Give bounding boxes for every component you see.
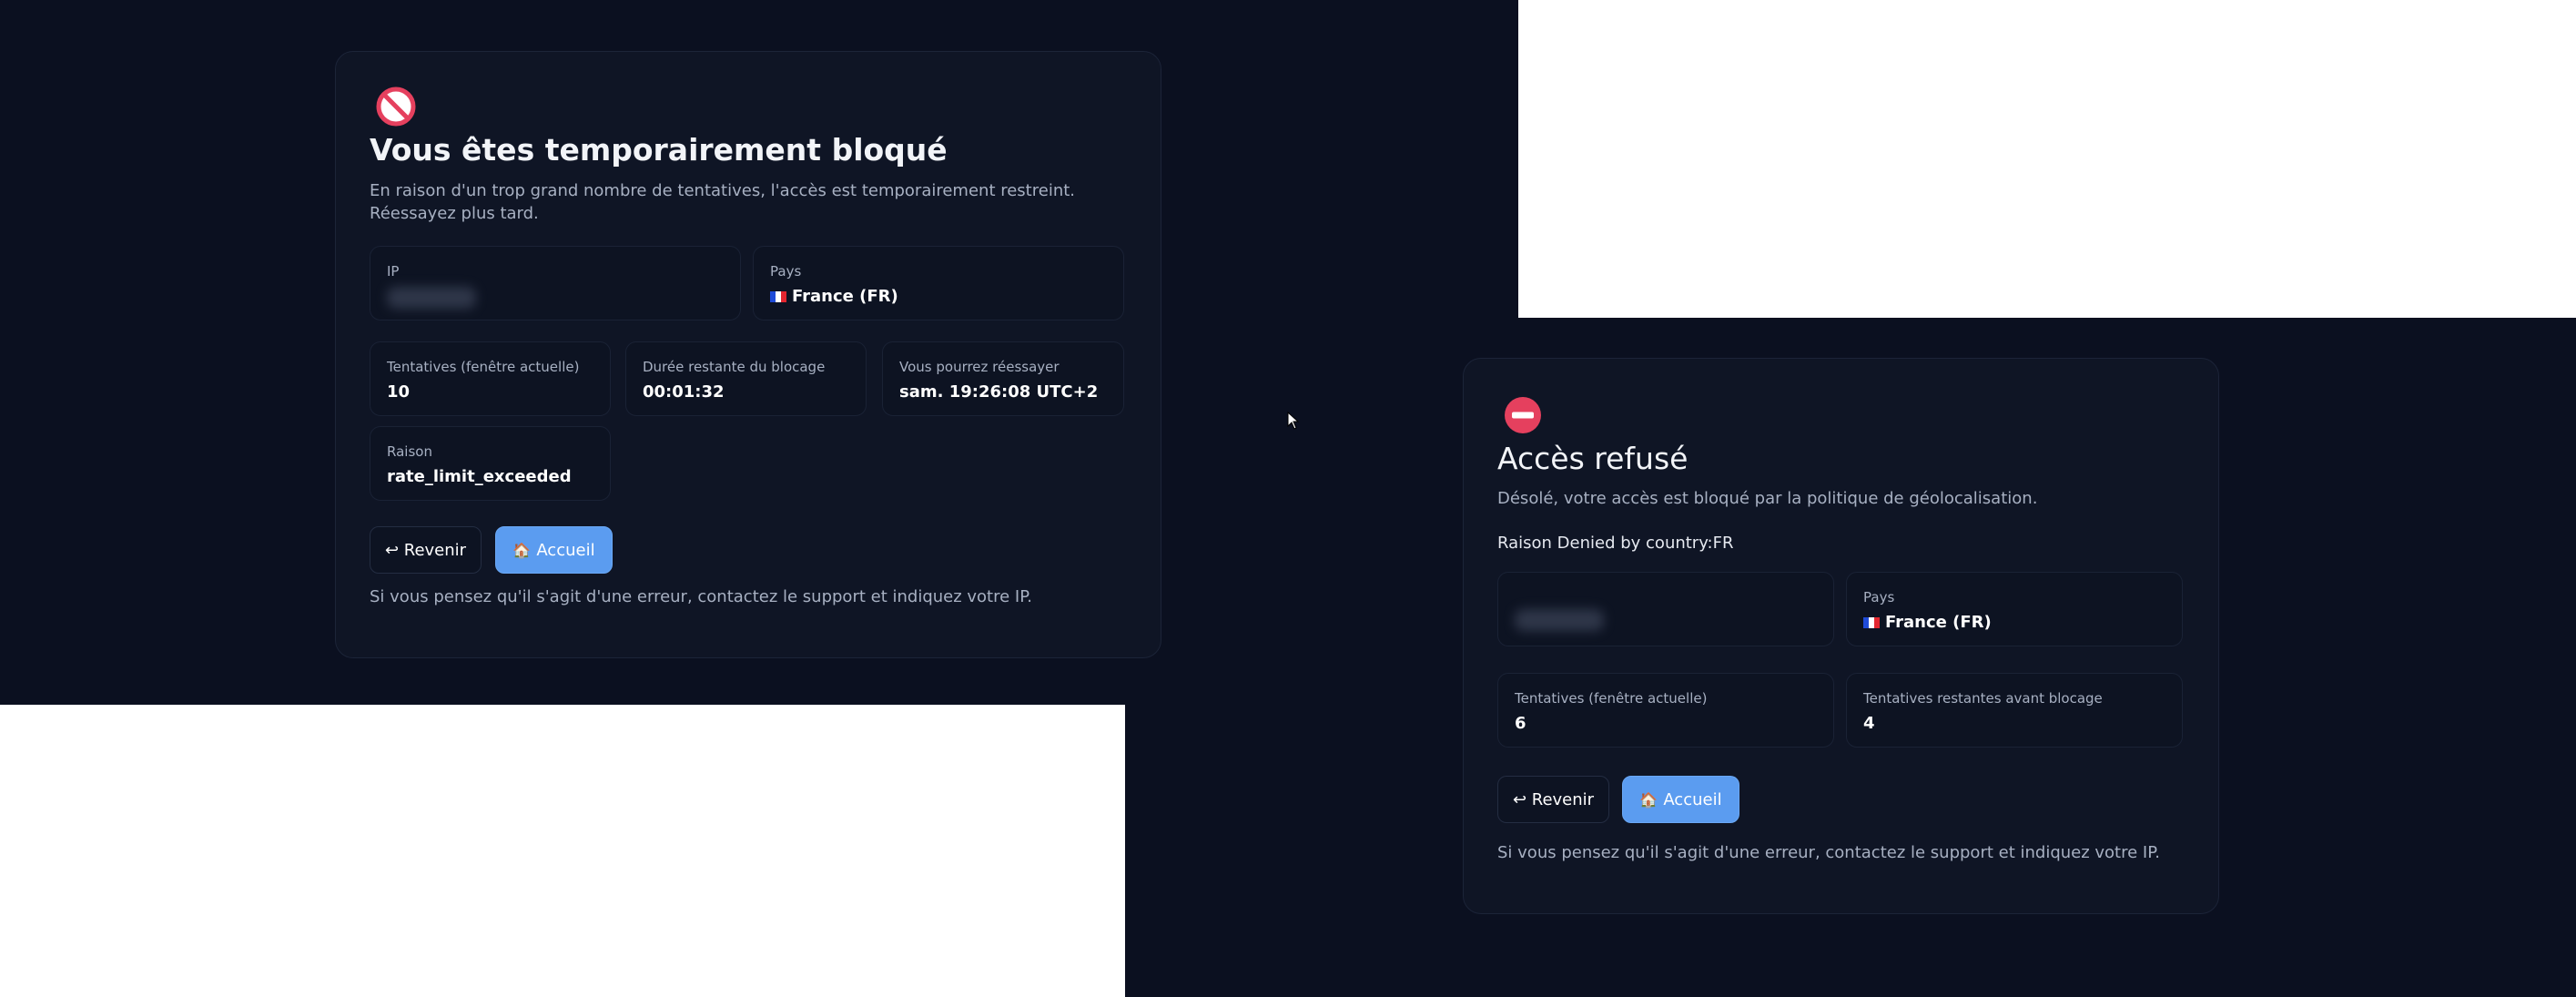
remaining-time-label: Durée restante du blocage <box>643 359 826 375</box>
denied-reason: Raison Denied by country:FR <box>1497 534 1734 553</box>
white-panel-top-right <box>1518 0 2576 318</box>
attempts-left-label: Tentatives restantes avant blocage <box>1863 690 2103 707</box>
ip-stat: IP <box>370 246 741 320</box>
house-icon: 🏠 <box>1639 790 1658 809</box>
attempts-stat: Tentatives (fenêtre actuelle) 10 <box>370 341 611 416</box>
retry-stat: Vous pourrez réessayer sam. 19:26:08 UTC… <box>882 341 1124 416</box>
attempts-left-value: 4 <box>1863 714 1875 733</box>
blocked-card: Vous êtes temporairement bloqué En raiso… <box>335 51 1161 658</box>
denied-description: Désolé, votre accès est bloqué par la po… <box>1497 489 2038 508</box>
attempts-value: 6 <box>1515 714 1526 733</box>
attempts-label: Tentatives (fenêtre actuelle) <box>387 359 580 375</box>
retry-value: sam. 19:26:08 UTC+2 <box>899 382 1099 402</box>
retry-label: Vous pourrez réessayer <box>899 359 1060 375</box>
reason-stat: Raison rate_limit_exceeded <box>370 426 611 501</box>
minus-circle-icon <box>1503 395 1543 435</box>
attempts-label: Tentatives (fenêtre actuelle) <box>1515 690 1708 707</box>
attempts-value: 10 <box>387 382 411 402</box>
attempts-left-stat: Tentatives restantes avant blocage 4 <box>1846 673 2183 748</box>
block-description: En raison d'un trop grand nombre de tent… <box>370 181 1076 223</box>
ip-stat <box>1497 572 1834 646</box>
france-flag-icon <box>770 291 786 302</box>
home-button[interactable]: 🏠 Accueil <box>495 526 613 574</box>
back-button[interactable]: ↩ Revenir <box>370 526 482 574</box>
remaining-time-value: 00:01:32 <box>643 382 725 402</box>
support-note: Si vous pensez qu'il s'agit d'une erreur… <box>370 587 1032 606</box>
support-note: Si vous pensez qu'il s'agit d'une erreur… <box>1497 843 2160 862</box>
reason-value: rate_limit_exceeded <box>387 467 572 486</box>
no-entry-sign-icon <box>376 86 416 127</box>
country-value: France (FR) <box>1863 613 1992 632</box>
country-label: Pays <box>770 263 802 280</box>
country-value: France (FR) <box>770 287 898 306</box>
france-flag-icon <box>1863 617 1880 628</box>
ip-label: IP <box>387 263 400 280</box>
country-stat: Pays France (FR) <box>753 246 1124 320</box>
mouse-cursor-icon <box>1287 412 1300 430</box>
house-icon: 🏠 <box>512 541 532 559</box>
attempts-stat: Tentatives (fenêtre actuelle) 6 <box>1497 673 1834 748</box>
page-title: Accès refusé <box>1497 441 1689 476</box>
country-label: Pays <box>1863 589 1895 605</box>
denied-card: Accès refusé Désolé, votre accès est blo… <box>1463 358 2219 914</box>
remaining-time-stat: Durée restante du blocage 00:01:32 <box>625 341 867 416</box>
back-button[interactable]: ↩ Revenir <box>1497 776 1609 823</box>
white-panel-bottom-left <box>0 705 1125 997</box>
ip-value-redacted <box>1515 609 1604 631</box>
ip-value-redacted <box>387 287 476 309</box>
country-stat: Pays France (FR) <box>1846 572 2183 646</box>
reason-label: Raison <box>387 443 432 460</box>
home-button[interactable]: 🏠 Accueil <box>1622 776 1739 823</box>
page-title: Vous êtes temporairement bloqué <box>370 132 948 168</box>
